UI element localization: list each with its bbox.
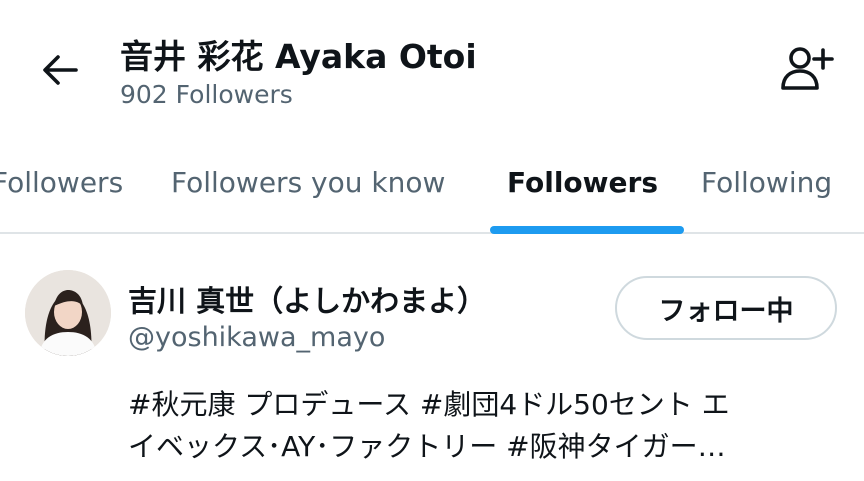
back-button[interactable] [34,44,86,96]
top-bar: 音井 彩花 Ayaka Otoi 902 Followers [0,0,864,140]
user-handle[interactable]: @yoshikawa_mayo [128,322,385,353]
person-add-icon [781,47,834,90]
user-bio: #秋元康 プロデュース #劇団4ドル50セント エ イベックス･AY･ファクトリ… [128,384,838,468]
bio-line: イベックス･AY･ファクトリー #阪神タイガー… [128,430,726,463]
follower-count: 902 Followers [120,80,293,109]
tab-following[interactable]: Following [701,166,832,199]
active-tab-indicator [490,226,684,234]
tab-followers-you-know[interactable]: Followers you know [171,166,445,199]
user-list-item[interactable]: 吉川 真世（よしかわまよ） @yoshikawa_mayo フォロー中 #秋元康… [0,236,864,481]
tab-followers[interactable]: Followers [507,166,658,199]
user-display-name[interactable]: 吉川 真世（よしかわまよ） [128,278,486,320]
follow-user-button[interactable] [776,42,836,94]
arrow-left-icon [43,55,78,85]
page-title: 音井 彩花 Ayaka Otoi [120,37,477,76]
following-button[interactable]: フォロー中 [615,276,837,340]
tab-verified-followers[interactable]: Followers [0,166,123,199]
bio-line: #秋元康 プロデュース #劇団4ドル50セント エ [128,388,730,421]
avatar[interactable] [25,270,111,356]
tab-bar: Followers Followers you know Followers F… [0,140,864,234]
